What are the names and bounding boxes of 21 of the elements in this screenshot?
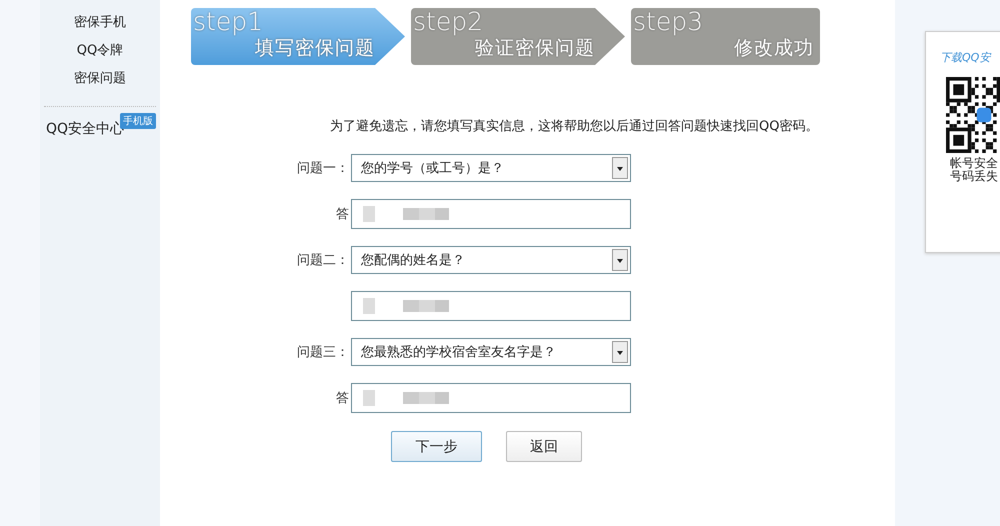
question-select[interactable]: 您最熟悉的学校宿舍室友名字是？ — [351, 338, 631, 366]
sidebar-link[interactable]: 密保问题 — [74, 64, 126, 92]
answer-field[interactable] — [351, 199, 631, 229]
sidebar-link[interactable]: QQ令牌 — [76, 36, 124, 64]
panel-caption: 帐号安全 — [950, 157, 998, 170]
question-label: 问题二： — [296, 252, 350, 269]
mobile-version-badge: 手机版 — [120, 113, 156, 129]
back-button[interactable]: 返回 — [506, 431, 582, 462]
question-select[interactable]: 您的学号（或工号）是？ — [351, 154, 631, 182]
answer-field[interactable] — [351, 291, 631, 321]
answer-label: 答 — [336, 391, 349, 406]
sidebar-link[interactable]: 密保手机 — [74, 8, 126, 36]
intro-text: 为了避免遗忘，请您填写真实信息，这将帮助您以后通过回答问题快速找回QQ密码。 — [330, 118, 820, 135]
answer-label: 答 — [336, 207, 349, 222]
next-button[interactable]: 下一步 — [391, 431, 482, 462]
panel-caption: 号码丢失 — [950, 170, 998, 183]
question-select[interactable]: 您配偶的姓名是？ — [351, 246, 631, 274]
question-label: 问题一： — [296, 160, 350, 177]
question-label: 问题三： — [296, 344, 350, 361]
answer-field[interactable] — [351, 383, 631, 413]
panel-title: 下载QQ安 — [940, 50, 990, 65]
